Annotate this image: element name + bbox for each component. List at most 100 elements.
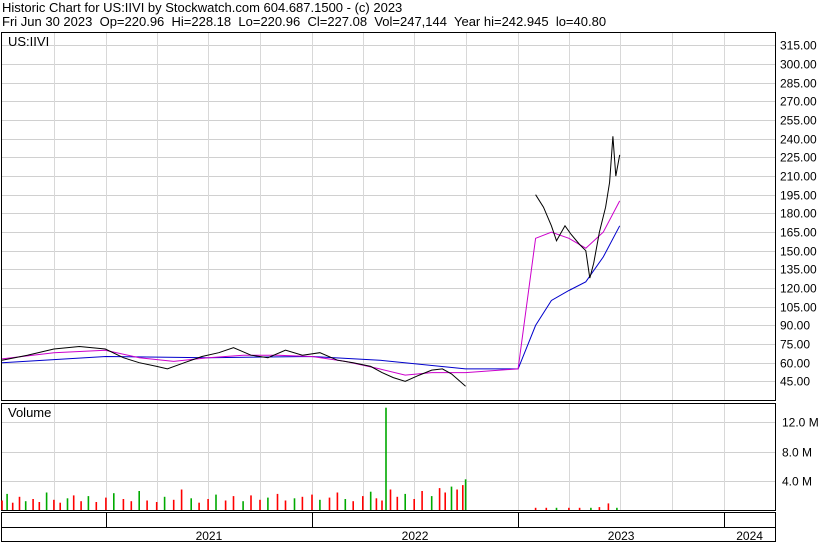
year-label: 2024 bbox=[736, 529, 763, 543]
volume-bar bbox=[105, 497, 107, 510]
year-label: 2023 bbox=[608, 529, 635, 543]
volume-bar bbox=[430, 496, 433, 510]
volume-bar bbox=[6, 493, 8, 510]
volume-bar bbox=[301, 496, 304, 510]
volume-bar bbox=[259, 499, 261, 510]
volume-bar bbox=[72, 495, 75, 510]
volume-bar bbox=[352, 501, 354, 510]
volume-bar bbox=[180, 489, 183, 510]
price-panel-frame bbox=[1, 32, 776, 401]
volume-bar bbox=[555, 507, 558, 510]
price-tick-label: 165.00 bbox=[780, 226, 817, 240]
volume-bar bbox=[59, 502, 61, 510]
volume-bar bbox=[242, 501, 244, 510]
price-line bbox=[1, 345, 466, 387]
price-tick-label: 150.00 bbox=[780, 245, 817, 259]
price-tick-label: 285.00 bbox=[780, 77, 817, 91]
volume-bar bbox=[545, 507, 548, 510]
volume-bar bbox=[362, 496, 364, 510]
year-label: 2021 bbox=[196, 529, 223, 543]
volume-bar bbox=[207, 499, 209, 510]
price-tick-label: 105.00 bbox=[780, 301, 817, 315]
volume-bar bbox=[534, 507, 537, 510]
volume-bar bbox=[464, 479, 467, 510]
volume-bar bbox=[413, 499, 415, 510]
xaxis-panel-frame bbox=[1, 512, 776, 528]
volume-bar bbox=[438, 488, 441, 510]
price-tick-label: 195.00 bbox=[780, 189, 817, 203]
price-tick-label: 60.00 bbox=[780, 357, 810, 371]
volume-bar bbox=[80, 501, 82, 510]
volume-tick-label: 4.0 M bbox=[782, 475, 812, 489]
volume-bar bbox=[389, 489, 392, 510]
volume-bar bbox=[138, 491, 140, 510]
price-grid bbox=[2, 33, 775, 400]
volume-bar bbox=[146, 500, 148, 510]
price-axis-labels: 45.00 60.00 75.00 90.00 105.00 120.00 135.00 15… bbox=[780, 39, 817, 389]
volume-bar bbox=[369, 491, 372, 510]
volume-bar bbox=[190, 498, 192, 510]
volume-bar bbox=[568, 507, 570, 510]
price-tick-label: 240.00 bbox=[780, 133, 817, 147]
volume-bar bbox=[250, 495, 252, 510]
volume-bar bbox=[276, 493, 279, 510]
volume-bar bbox=[113, 493, 115, 510]
volume-bar bbox=[38, 502, 41, 510]
volume-bar bbox=[311, 494, 313, 510]
volume-bar bbox=[24, 501, 27, 510]
price-tick-label: 90.00 bbox=[780, 319, 810, 333]
volume-bar bbox=[198, 502, 200, 510]
price-tick-label: 225.00 bbox=[780, 151, 817, 165]
price-tick-label: 315.00 bbox=[780, 39, 817, 53]
price-tick-label: 300.00 bbox=[780, 58, 817, 72]
volume-bar bbox=[607, 503, 610, 510]
volume-bar bbox=[122, 499, 125, 510]
volume-bar bbox=[53, 499, 55, 510]
volume-panel-frame bbox=[1, 403, 776, 511]
volume-tick-label: 12.0 M bbox=[782, 416, 819, 430]
volume-bar bbox=[163, 496, 166, 510]
price-tick-label: 45.00 bbox=[780, 375, 810, 389]
xaxis-label-strip bbox=[1, 527, 776, 542]
volume-bar bbox=[172, 499, 175, 510]
volume-tick-label: 8.0 M bbox=[782, 446, 812, 460]
volume-bar bbox=[404, 493, 406, 510]
volume-bar bbox=[1, 500, 3, 510]
price-tick-label: 270.00 bbox=[780, 95, 817, 109]
volume-bar bbox=[590, 507, 592, 510]
volume-bar bbox=[616, 507, 618, 510]
volume-bar bbox=[375, 498, 378, 510]
price-tick-label: 120.00 bbox=[780, 282, 817, 296]
volume-bar bbox=[32, 499, 34, 510]
volume-bar bbox=[396, 496, 399, 510]
volume-bar bbox=[319, 499, 321, 510]
volume-axis-labels: 4.0 M 8.0 M 12.0 M bbox=[782, 416, 819, 489]
volume-bar bbox=[421, 491, 423, 510]
volume-grid bbox=[2, 404, 775, 510]
volume-bar bbox=[578, 507, 581, 510]
moving-average-long-line bbox=[1, 225, 621, 370]
volume-bar bbox=[130, 501, 133, 510]
volume-bar bbox=[18, 496, 21, 510]
symbol-label: US:IIVI bbox=[8, 34, 49, 49]
volume-bar bbox=[385, 407, 387, 510]
volume-bar bbox=[215, 494, 217, 510]
stock-chart: 45.00 60.00 75.00 90.00 105.00 120.00 135.00 15… bbox=[1, 32, 819, 543]
volume-bar bbox=[462, 485, 464, 510]
series-layer bbox=[1, 136, 621, 387]
volume-bar bbox=[381, 500, 383, 510]
volume-panel-title: Volume bbox=[8, 405, 51, 420]
volume-bar bbox=[444, 492, 446, 510]
volume-bar bbox=[284, 500, 287, 510]
volume-bar bbox=[267, 497, 269, 510]
price-tick-label: 135.00 bbox=[780, 263, 817, 277]
volume-bar bbox=[336, 492, 339, 510]
volume-bar bbox=[11, 502, 14, 510]
volume-bar bbox=[155, 502, 158, 510]
volume-bars bbox=[1, 407, 618, 510]
volume-bar bbox=[344, 499, 347, 510]
year-label: 2022 bbox=[402, 529, 429, 543]
price-tick-label: 75.00 bbox=[780, 338, 810, 352]
volume-bar bbox=[224, 500, 227, 510]
volume-bar bbox=[45, 492, 48, 510]
